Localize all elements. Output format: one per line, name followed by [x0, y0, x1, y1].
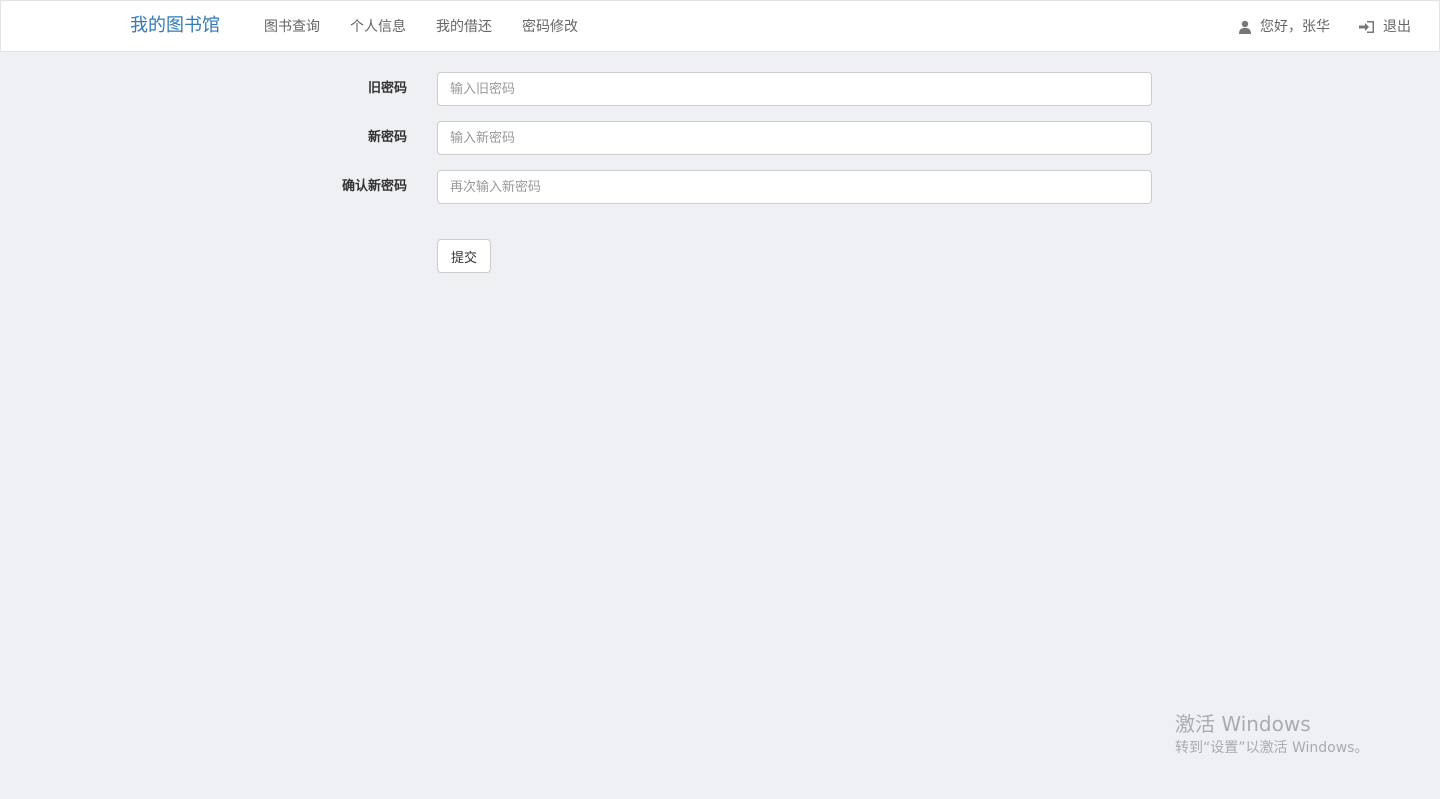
logout-link[interactable]: 退出 [1359, 17, 1411, 37]
confirm-password-label: 确认新密码 [341, 179, 407, 194]
new-password-input[interactable] [437, 121, 1152, 155]
old-password-label: 旧密码 [367, 81, 407, 96]
submit-button[interactable]: 提交 [437, 239, 491, 273]
user-greeting-link[interactable]: 您好，张华 [1238, 17, 1330, 37]
nav-my-borrowing[interactable]: 我的借还 [436, 17, 492, 37]
nav-book-search[interactable]: 图书查询 [264, 17, 320, 37]
top-navbar: 我的图书馆 图书查询 个人信息 我的借还 密码修改 您好，张华 退出 [0, 0, 1440, 52]
windows-activation-watermark: 激活 Windows 转到“设置”以激活 Windows。 [1175, 711, 1368, 759]
nav-personal-info[interactable]: 个人信息 [350, 17, 406, 37]
greeting-text: 您好，张华 [1260, 19, 1330, 35]
old-password-row: 旧密码 [0, 72, 1440, 106]
user-icon [1239, 20, 1251, 34]
old-password-input[interactable] [437, 72, 1152, 106]
logout-text: 退出 [1383, 19, 1411, 35]
new-password-row: 新密码 [0, 121, 1440, 155]
log-in-icon [1359, 21, 1374, 33]
watermark-subtitle: 转到“设置”以激活 Windows。 [1175, 740, 1369, 756]
brand-link[interactable]: 我的图书馆 [130, 13, 220, 39]
nav-change-password[interactable]: 密码修改 [522, 17, 578, 37]
watermark-title: 激活 Windows [1175, 712, 1311, 736]
new-password-label: 新密码 [367, 130, 407, 145]
confirm-password-row: 确认新密码 [0, 170, 1440, 204]
confirm-password-input[interactable] [437, 170, 1152, 204]
